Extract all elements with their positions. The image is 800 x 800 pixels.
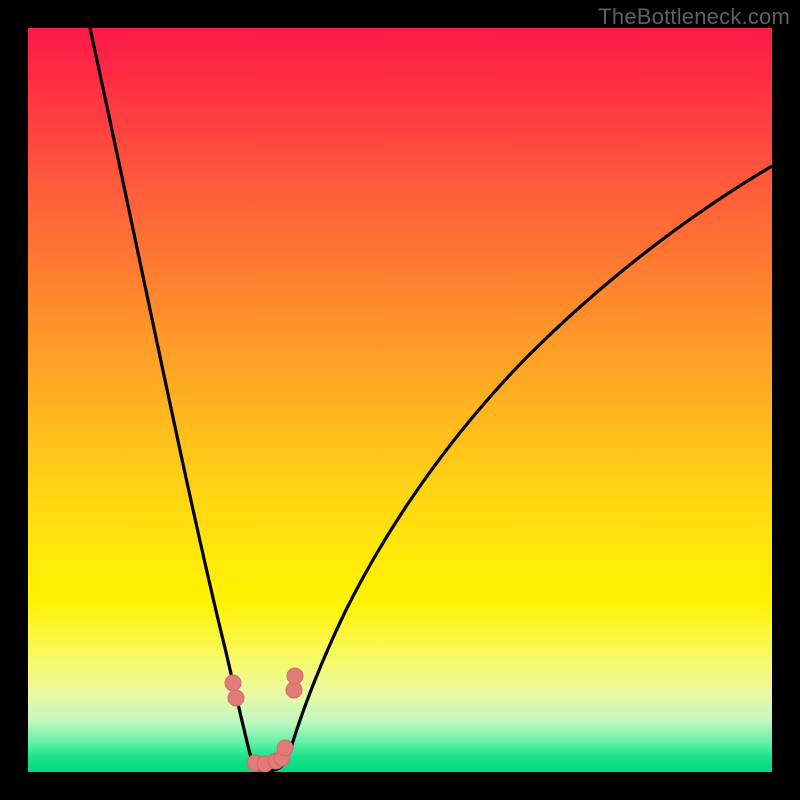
curve-right xyxy=(266,166,772,771)
plot-area xyxy=(28,28,772,772)
bottleneck-curve xyxy=(28,28,772,772)
marker-group xyxy=(225,668,303,772)
watermark-label: TheBottleneck.com xyxy=(598,4,790,30)
data-marker xyxy=(277,740,293,756)
data-marker xyxy=(228,690,244,706)
curve-left xyxy=(90,28,266,771)
data-marker xyxy=(287,668,303,684)
data-marker xyxy=(225,675,241,691)
chart-frame: TheBottleneck.com xyxy=(0,0,800,800)
